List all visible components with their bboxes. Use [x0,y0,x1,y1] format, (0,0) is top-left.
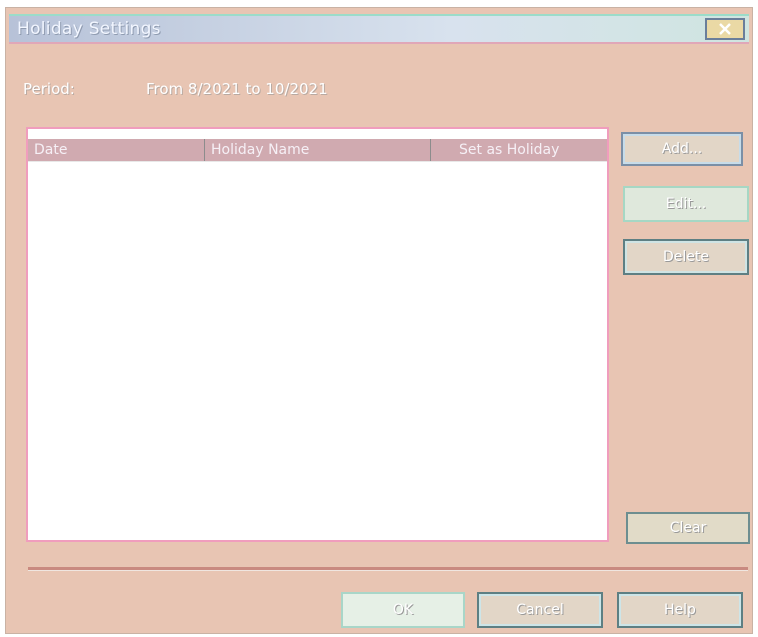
column-header-holiday-name[interactable]: Holiday Name [204,139,430,161]
period-label: Period: [23,80,75,98]
edit-button[interactable]: Edit... [623,186,749,222]
ok-button[interactable]: OK [341,592,465,628]
window-title: Holiday Settings [17,19,161,39]
close-button[interactable] [705,18,745,40]
add-button[interactable]: Add... [621,132,743,166]
list-header: Date Holiday Name Set as Holiday [28,139,607,162]
period-value: From 8/2021 to 10/2021 [146,80,328,98]
clear-button[interactable]: Clear [626,512,750,544]
cancel-button[interactable]: Cancel [477,592,603,628]
holiday-settings-dialog: Holiday Settings Period: From 8/2021 to … [5,7,753,634]
title-bar[interactable]: Holiday Settings [9,14,749,44]
holiday-list[interactable]: Date Holiday Name Set as Holiday [26,127,609,542]
help-button[interactable]: Help [617,592,743,628]
separator [28,567,748,571]
delete-button[interactable]: Delete [623,239,749,275]
column-header-set-as-holiday[interactable]: Set as Holiday [430,139,609,161]
column-header-date[interactable]: Date [28,139,204,161]
close-icon [719,23,731,35]
